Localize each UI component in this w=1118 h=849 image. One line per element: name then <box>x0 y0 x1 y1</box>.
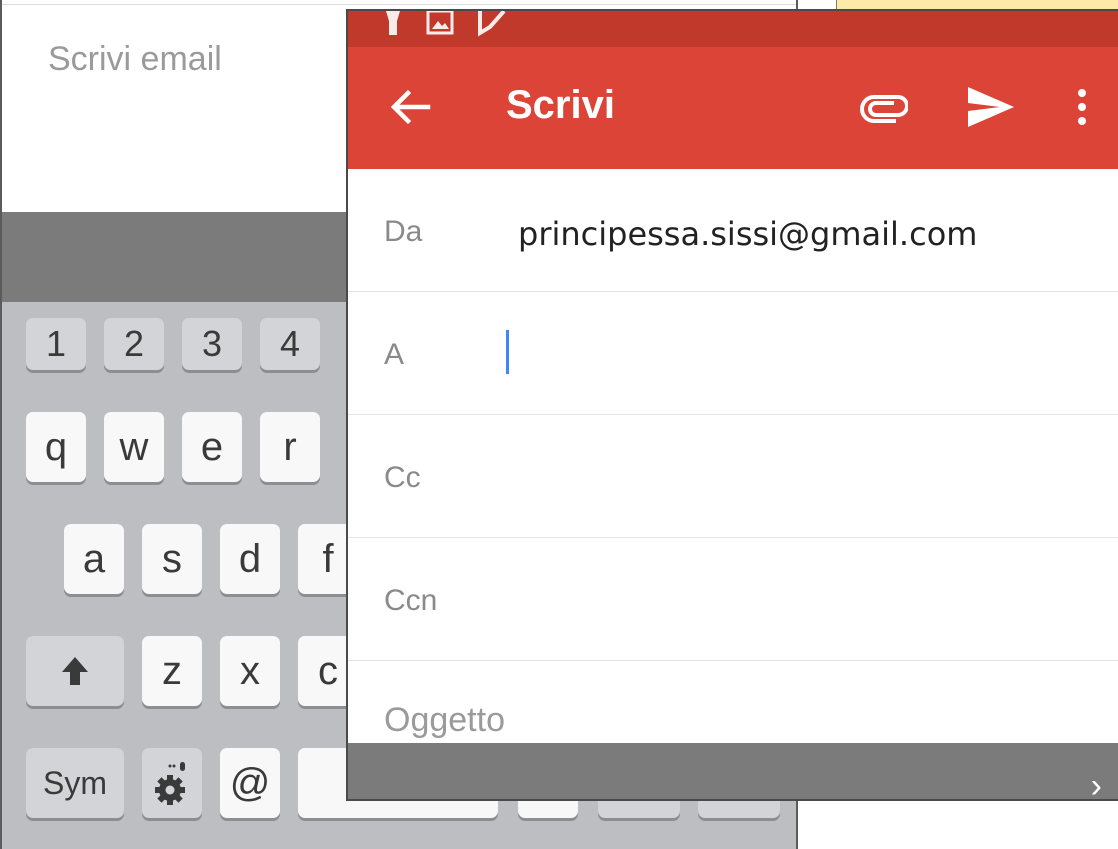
from-value[interactable]: principessa.sissi@gmail.com <box>518 215 977 253</box>
key-e[interactable]: e <box>182 412 242 482</box>
key-r[interactable]: r <box>260 412 320 482</box>
from-field[interactable]: Da principessa.sissi@gmail.com <box>348 169 1118 292</box>
status-bar <box>348 11 1118 47</box>
key-4[interactable]: 4 <box>260 318 320 370</box>
gallery-icon <box>426 11 454 35</box>
compose-email-placeholder[interactable]: Scrivi email <box>48 40 222 79</box>
settings-mic-key[interactable] <box>142 748 202 818</box>
top-divider <box>2 0 796 5</box>
key-2[interactable]: 2 <box>104 318 164 370</box>
key-3[interactable]: 3 <box>182 318 242 370</box>
at-key[interactable]: @ <box>220 748 280 818</box>
chevron-right-icon[interactable]: › <box>1091 769 1102 799</box>
app-bar: Scrivi <box>348 47 1118 169</box>
foreground-phone-screen: Scrivi Da principessa.sissi@gmail.com A … <box>346 9 1118 801</box>
bcc-field[interactable]: Ccn <box>348 538 1118 661</box>
cc-field[interactable]: Cc <box>348 415 1118 538</box>
key-a[interactable]: a <box>64 524 124 594</box>
key-x[interactable]: x <box>220 636 280 706</box>
paperclip-icon[interactable] <box>860 85 908 129</box>
shift-arrow-icon <box>62 657 88 685</box>
checklist-icon <box>478 11 506 37</box>
cc-label: Cc <box>384 461 421 494</box>
key-z[interactable]: z <box>142 636 202 706</box>
shift-key[interactable] <box>26 636 124 706</box>
bottom-bar: › <box>348 743 1118 799</box>
from-label: Da <box>384 215 423 248</box>
page-title: Scrivi <box>506 83 615 127</box>
subject-field[interactable]: Oggetto <box>384 701 505 740</box>
key-s[interactable]: s <box>142 524 202 594</box>
send-icon[interactable] <box>966 83 1016 131</box>
more-vert-icon[interactable] <box>1070 83 1094 131</box>
key-q[interactable]: q <box>26 412 86 482</box>
notification-icon <box>386 11 400 35</box>
bcc-label: Ccn <box>384 584 438 617</box>
to-field[interactable]: A <box>348 292 1118 415</box>
key-1[interactable]: 1 <box>26 318 86 370</box>
key-w[interactable]: w <box>104 412 164 482</box>
gear-icon <box>155 762 185 805</box>
text-cursor <box>506 330 509 374</box>
arrow-back-icon[interactable] <box>388 85 432 129</box>
to-label: A <box>384 338 405 371</box>
key-d[interactable]: d <box>220 524 280 594</box>
sym-key[interactable]: Sym <box>26 748 124 818</box>
